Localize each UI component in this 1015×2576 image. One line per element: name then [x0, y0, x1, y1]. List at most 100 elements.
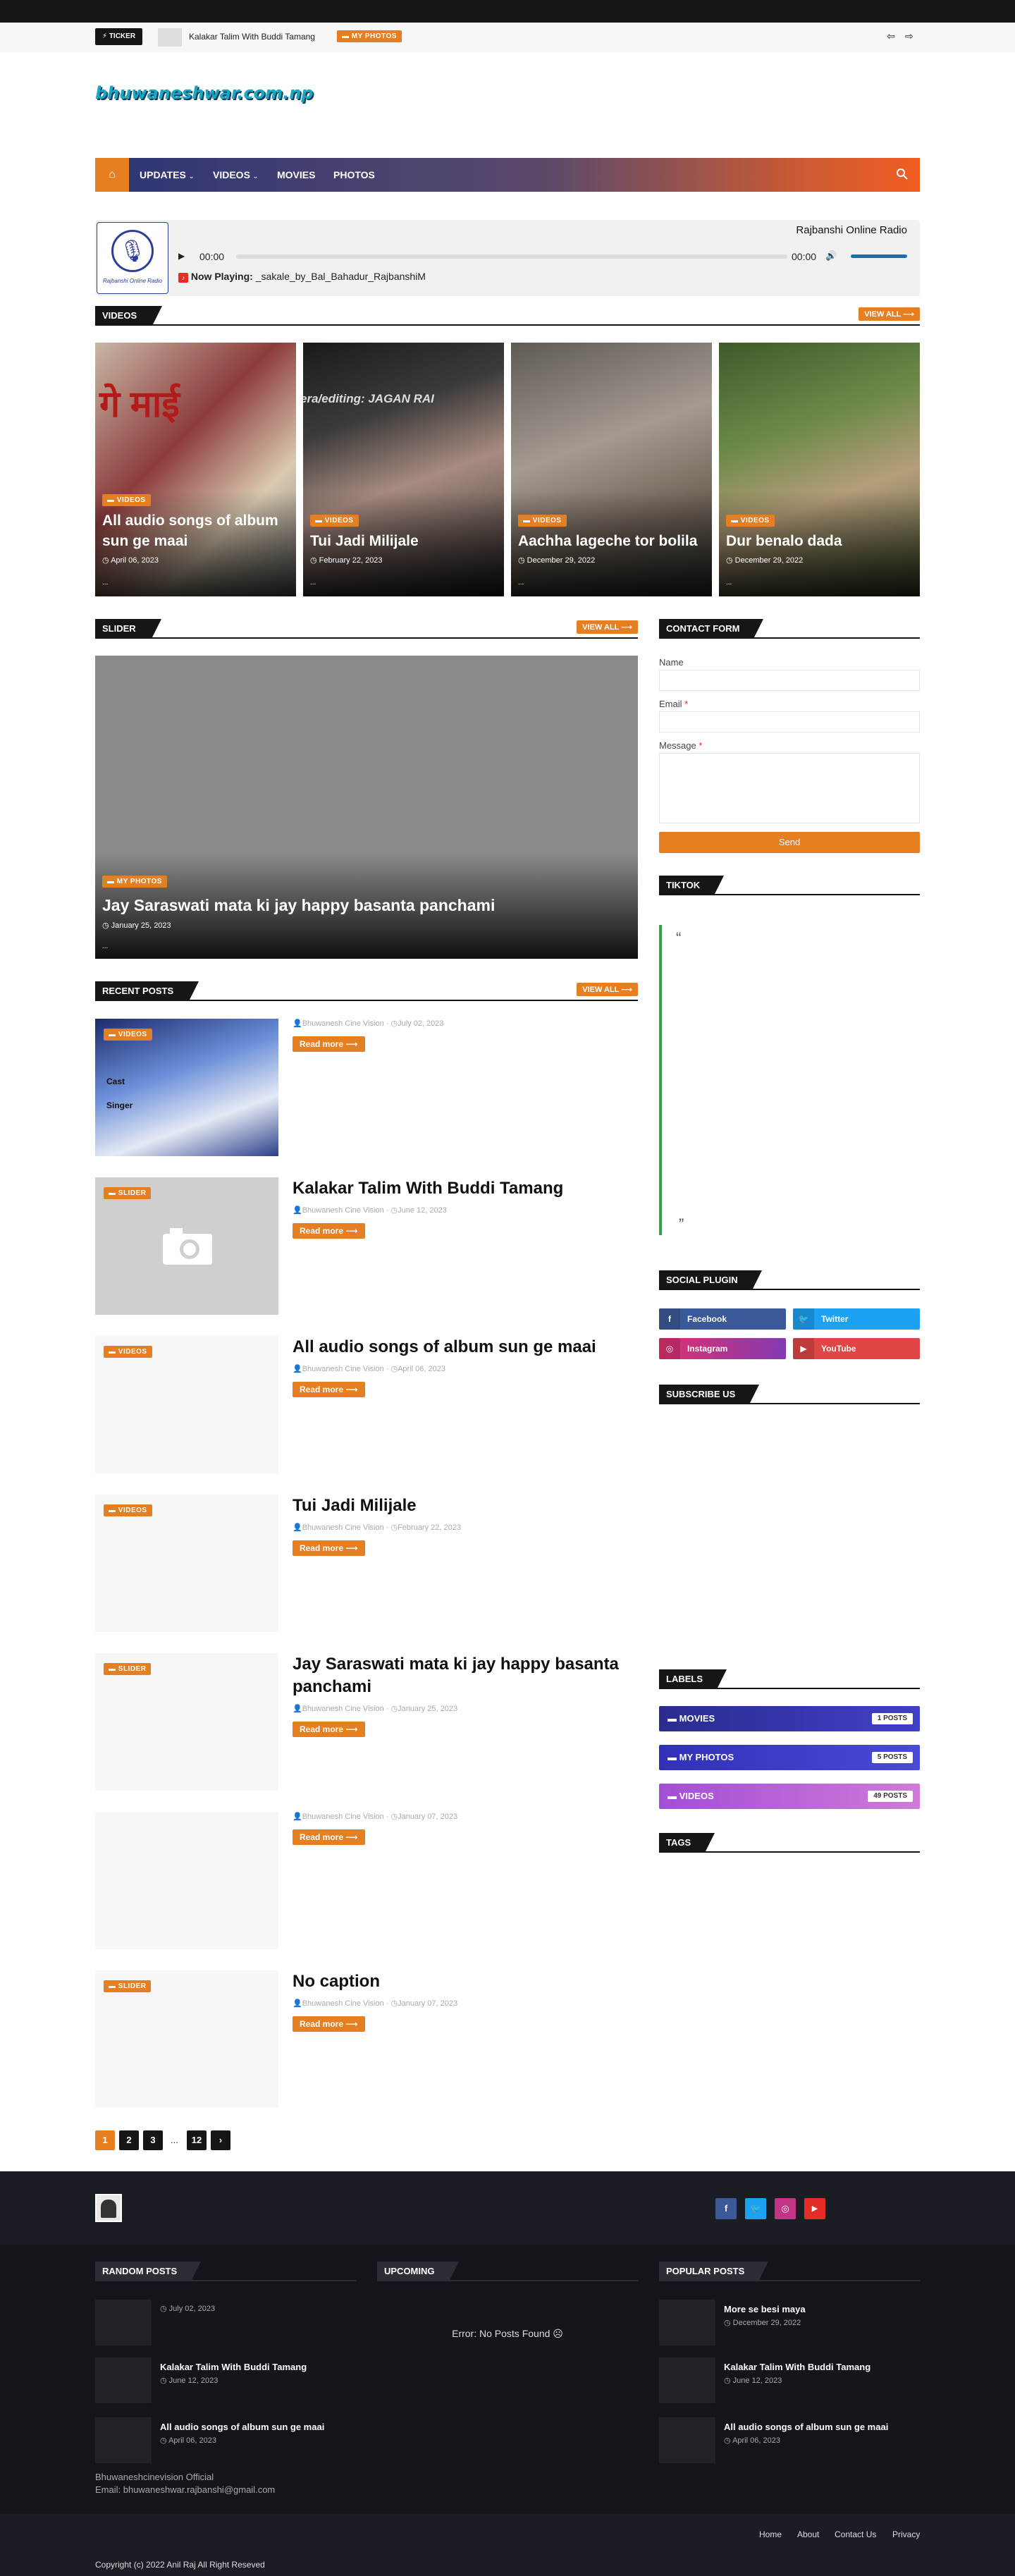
post-thumbnail[interactable]: ▬ VIDEOS Cast Singer: [95, 1019, 278, 1156]
post-title[interactable]: Tui Jadi Milijale: [293, 1495, 638, 1517]
ticker-thumb[interactable]: [158, 28, 182, 47]
post-title[interactable]: More se besi maya: [724, 2304, 806, 2314]
random-post-item[interactable]: ◷ July 02, 2023: [95, 2300, 356, 2345]
video-card-tag[interactable]: ▬ VIDEOS: [518, 515, 567, 527]
post-thumbnail[interactable]: [95, 2417, 152, 2463]
post-thumbnail[interactable]: [659, 2417, 715, 2463]
post-tag[interactable]: ▬ SLIDER: [104, 1663, 152, 1675]
post-tag[interactable]: ▬ VIDEOS: [104, 1346, 152, 1358]
post-thumbnail[interactable]: [95, 2357, 152, 2403]
footer-link-contact[interactable]: Contact Us: [835, 2529, 876, 2539]
nav-videos[interactable]: VIDEOS ⌄: [213, 158, 258, 193]
nav-photos[interactable]: PHOTOS: [333, 158, 375, 192]
read-more-button[interactable]: Read more ⟶: [293, 1540, 365, 1556]
random-post-item[interactable]: Kalakar Talim With Buddi Tamang ◷ June 1…: [95, 2357, 356, 2403]
slider-tag[interactable]: ▬ MY PHOTOS: [102, 876, 167, 888]
footer-link-home[interactable]: Home: [759, 2529, 782, 2539]
send-button[interactable]: Send: [659, 832, 920, 853]
video-card-3[interactable]: ▬ VIDEOS Aachha lageche tor bolila ◷ Dec…: [511, 343, 712, 596]
video-card-title[interactable]: All audio songs of album sun ge maai: [102, 510, 289, 551]
video-card-4[interactable]: ▬ VIDEOS Dur benalo dada ◷ December 29, …: [719, 343, 920, 596]
post-title[interactable]: Kalakar Talim With Buddi Tamang: [293, 1177, 638, 1200]
seek-bar[interactable]: [236, 254, 787, 259]
footer-twitter-icon[interactable]: 🐦: [745, 2198, 766, 2219]
video-card-title[interactable]: Aachha lageche tor bolila: [518, 531, 705, 551]
footer-link-about[interactable]: About: [797, 2529, 819, 2539]
post-title[interactable]: All audio songs of album sun ge maai: [160, 2422, 324, 2432]
slider-view-all[interactable]: VIEW ALL ⟶: [577, 620, 638, 634]
video-card-title[interactable]: Tui Jadi Milijale: [310, 531, 497, 551]
read-more-button[interactable]: Read more ⟶: [293, 1829, 365, 1845]
youtube-button[interactable]: ▶ YouTube: [793, 1338, 920, 1359]
ticker-headline[interactable]: Kalakar Talim With Buddi Tamang: [189, 32, 315, 42]
ticker-tag[interactable]: ▬ MY PHOTOS: [337, 30, 402, 42]
video-card-tag[interactable]: ▬ VIDEOS: [726, 515, 775, 527]
slider-headline[interactable]: Jay Saraswati mata ki jay happy basanta …: [102, 896, 495, 915]
post-thumbnail[interactable]: ▬ SLIDER: [95, 1177, 278, 1315]
label-movies[interactable]: ▬ MOVIES 1 POSTS: [659, 1706, 920, 1731]
post-thumbnail[interactable]: ▬ VIDEOS: [95, 1336, 278, 1473]
popular-post-item[interactable]: All audio songs of album sun ge maai ◷ A…: [659, 2417, 920, 2463]
page-2[interactable]: 2: [119, 2130, 139, 2150]
play-icon[interactable]: ▶: [178, 251, 185, 261]
read-more-button[interactable]: Read more ⟶: [293, 2016, 365, 2032]
home-icon[interactable]: ⌂: [95, 158, 129, 192]
popular-post-item[interactable]: Kalakar Talim With Buddi Tamang ◷ June 1…: [659, 2357, 920, 2403]
slider-featured[interactable]: ▬ MY PHOTOS Jay Saraswati mata ki jay ha…: [95, 656, 638, 959]
post-thumbnail[interactable]: [95, 1812, 278, 1949]
email-input[interactable]: [659, 711, 920, 732]
popular-post-item[interactable]: More se besi maya ◷ December 29, 2022: [659, 2300, 920, 2345]
footer-instagram-icon[interactable]: ◎: [775, 2198, 796, 2219]
post-title[interactable]: Jay Saraswati mata ki jay happy basanta …: [293, 1653, 638, 1698]
label-my-photos[interactable]: ▬ MY PHOTOS 5 POSTS: [659, 1745, 920, 1770]
post-thumbnail[interactable]: [659, 2300, 715, 2345]
post-tag[interactable]: ▬ SLIDER: [104, 1980, 152, 1992]
post-thumbnail[interactable]: [95, 2300, 152, 2345]
ticker-next-icon[interactable]: ⇨: [905, 30, 914, 42]
message-textarea[interactable]: [659, 753, 920, 823]
videos-view-all[interactable]: VIEW ALL ⟶: [859, 307, 920, 321]
post-tag[interactable]: ▬ SLIDER: [104, 1187, 152, 1199]
page-3[interactable]: 3: [143, 2130, 163, 2150]
search-icon[interactable]: [896, 168, 909, 180]
footer-facebook-icon[interactable]: f: [715, 2198, 737, 2219]
random-post-item[interactable]: All audio songs of album sun ge maai ◷ A…: [95, 2417, 356, 2463]
facebook-button[interactable]: f Facebook: [659, 1308, 786, 1330]
post-title[interactable]: Kalakar Talim With Buddi Tamang: [724, 2362, 871, 2372]
post-title[interactable]: No caption: [293, 1970, 638, 1993]
read-more-button[interactable]: Read more ⟶: [293, 1382, 365, 1397]
post-thumbnail[interactable]: ▬ SLIDER: [95, 1653, 278, 1791]
post-thumbnail[interactable]: ▬ SLIDER: [95, 1970, 278, 2108]
post-tag[interactable]: ▬ VIDEOS: [104, 1504, 152, 1516]
nav-movies[interactable]: MOVIES: [277, 158, 315, 192]
read-more-button[interactable]: Read more ⟶: [293, 1722, 365, 1737]
post-title[interactable]: All audio songs of album sun ge maai: [724, 2422, 888, 2432]
post-thumbnail[interactable]: [659, 2357, 715, 2403]
footer-youtube-icon[interactable]: ▶: [804, 2198, 825, 2219]
page-12[interactable]: 12: [187, 2130, 207, 2150]
post-title[interactable]: All audio songs of album sun ge maai: [293, 1336, 638, 1358]
tiktok-embed[interactable]: “ ”: [659, 925, 920, 1235]
video-card-2[interactable]: era/editing: JAGAN RAI ▬ VIDEOS Tui Jadi…: [303, 343, 504, 596]
page-next[interactable]: ›: [211, 2130, 230, 2150]
twitter-button[interactable]: 🐦 Twitter: [793, 1308, 920, 1330]
footer-link-privacy[interactable]: Privacy: [892, 2529, 920, 2539]
footer-logo[interactable]: [95, 2194, 122, 2222]
volume-slider[interactable]: [851, 254, 907, 258]
recent-posts-view-all[interactable]: VIEW ALL ⟶: [577, 983, 638, 996]
video-card-tag[interactable]: ▬ VIDEOS: [310, 515, 359, 527]
volume-icon[interactable]: 🔊: [825, 250, 837, 262]
name-input[interactable]: [659, 670, 920, 691]
label-videos[interactable]: ▬ VIDEOS 49 POSTS: [659, 1784, 920, 1809]
instagram-button[interactable]: ◎ Instagram: [659, 1338, 786, 1359]
nav-updates[interactable]: UPDATES ⌄: [140, 158, 194, 193]
video-card-title[interactable]: Dur benalo dada: [726, 531, 913, 551]
video-card-1[interactable]: गे माई ▬ VIDEOS All audio songs of album…: [95, 343, 296, 596]
video-card-tag[interactable]: ▬ VIDEOS: [102, 494, 151, 506]
post-thumbnail[interactable]: ▬ VIDEOS: [95, 1495, 278, 1632]
post-tag[interactable]: ▬ VIDEOS: [104, 1029, 152, 1041]
read-more-button[interactable]: Read more ⟶: [293, 1223, 365, 1239]
post-title[interactable]: Kalakar Talim With Buddi Tamang: [160, 2362, 307, 2372]
site-logo[interactable]: bhuwaneshwar.com.np: [95, 83, 313, 103]
read-more-button[interactable]: Read more ⟶: [293, 1036, 365, 1052]
